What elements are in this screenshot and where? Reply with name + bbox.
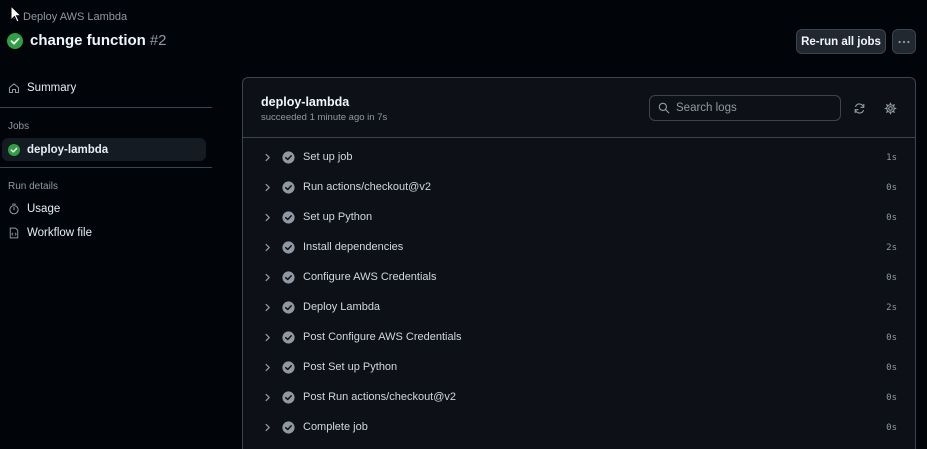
job-title: deploy-lambda [261, 95, 350, 109]
step-row[interactable]: Set up Python 0s [243, 203, 915, 233]
step-duration: 0s [886, 213, 897, 223]
step-duration: 1s [886, 153, 897, 163]
chevron-right-icon[interactable] [262, 152, 273, 166]
step-label: Post Run actions/checkout@v2 [303, 391, 457, 403]
step-label: Post Configure AWS Credentials [303, 331, 462, 343]
sidebar-item-workflow-file[interactable]: Workflow file [8, 227, 92, 239]
run-title-row: change function #2 [7, 32, 167, 49]
more-options-button[interactable] [892, 29, 916, 54]
check-circle-icon [282, 211, 295, 227]
chevron-right-icon[interactable] [262, 422, 273, 436]
step-row[interactable]: Complete job 0s [243, 413, 915, 443]
mouse-cursor-icon [10, 5, 22, 23]
refresh-button[interactable] [851, 100, 867, 116]
chevron-right-icon[interactable] [262, 242, 273, 256]
stopwatch-icon [9, 203, 19, 215]
sidebar-item-deploy-lambda[interactable]: deploy-lambda [2, 138, 206, 161]
file-code-icon [9, 227, 19, 239]
search-logs-input[interactable] [676, 102, 826, 114]
check-circle-icon [282, 301, 295, 317]
check-circle-icon [282, 391, 295, 407]
step-label: Set up job [303, 151, 353, 163]
chevron-right-icon[interactable] [262, 212, 273, 226]
chevron-right-icon[interactable] [262, 332, 273, 346]
jobs-heading: Jobs [8, 121, 30, 132]
rerun-all-jobs-button[interactable]: Re-run all jobs [796, 29, 886, 54]
step-duration: 0s [886, 333, 897, 343]
step-label: Configure AWS Credentials [303, 271, 437, 283]
chevron-right-icon[interactable] [262, 182, 273, 196]
page-title: change function #2 [30, 32, 167, 49]
run-details-heading: Run details [8, 181, 59, 192]
chevron-right-icon[interactable] [262, 392, 273, 406]
sync-icon [854, 102, 864, 114]
step-row[interactable]: Set up job 1s [243, 143, 915, 173]
check-circle-fill-icon [8, 143, 20, 156]
settings-button[interactable] [882, 100, 898, 116]
sidebar-item-label: Usage [27, 203, 61, 215]
run-title: change function [30, 32, 146, 49]
check-circle-icon [282, 271, 295, 287]
kebab-horizontal-icon [898, 40, 910, 43]
step-duration: 2s [886, 303, 897, 313]
check-circle-icon [282, 181, 295, 197]
sidebar-divider [0, 107, 212, 108]
search-icon [658, 102, 670, 114]
sidebar-item-label: Summary [27, 82, 77, 94]
step-duration: 0s [886, 393, 897, 403]
step-row[interactable]: Configure AWS Credentials 0s [243, 263, 915, 293]
step-duration: 0s [886, 423, 897, 433]
step-label: Install dependencies [303, 241, 404, 253]
check-circle-icon [282, 241, 295, 257]
step-row[interactable]: Run actions/checkout@v2 0s [243, 173, 915, 203]
sidebar-item-usage[interactable]: Usage [8, 203, 60, 215]
step-list: Set up job 1s Run actions/checkout@v2 0s Set… [243, 143, 915, 443]
step-row[interactable]: Post Run actions/checkout@v2 0s [243, 383, 915, 413]
breadcrumb: ← Deploy AWS Lambda [8, 11, 127, 23]
workflow-name-link[interactable]: Deploy AWS Lambda [23, 11, 127, 23]
check-circle-icon [282, 421, 295, 437]
job-status-text: succeeded 1 minute ago in 7s [261, 112, 388, 123]
step-duration: 0s [886, 183, 897, 193]
gear-icon [884, 102, 896, 114]
step-duration: 0s [886, 273, 897, 283]
sidebar-item-label: Workflow file [27, 227, 92, 239]
job-log-panel: deploy-lambda succeeded 1 minute ago in … [242, 77, 916, 449]
check-circle-icon [282, 151, 295, 167]
search-logs-field[interactable] [649, 95, 841, 121]
run-number: #2 [149, 32, 167, 49]
sidebar-item-label: deploy-lambda [27, 143, 109, 156]
step-label: Set up Python [303, 211, 373, 223]
step-label: Complete job [303, 421, 368, 433]
sidebar-item-summary[interactable]: Summary [8, 82, 76, 94]
step-row[interactable]: Install dependencies 2s [243, 233, 915, 263]
step-row[interactable]: Post Set up Python 0s [243, 353, 915, 383]
chevron-right-icon[interactable] [262, 362, 273, 376]
chevron-right-icon[interactable] [262, 272, 273, 286]
step-duration: 0s [886, 363, 897, 373]
step-duration: 2s [886, 243, 897, 253]
step-row[interactable]: Deploy Lambda 2s [243, 293, 915, 323]
step-label: Run actions/checkout@v2 [303, 181, 431, 193]
check-circle-icon [282, 361, 295, 377]
check-circle-icon [282, 331, 295, 347]
sidebar-divider [0, 167, 212, 168]
panel-divider [243, 137, 915, 138]
check-circle-fill-icon [7, 32, 23, 49]
home-icon [8, 83, 20, 94]
step-label: Post Set up Python [303, 361, 398, 373]
step-label: Deploy Lambda [303, 301, 381, 313]
step-row[interactable]: Post Configure AWS Credentials 0s [243, 323, 915, 353]
chevron-right-icon[interactable] [262, 302, 273, 316]
